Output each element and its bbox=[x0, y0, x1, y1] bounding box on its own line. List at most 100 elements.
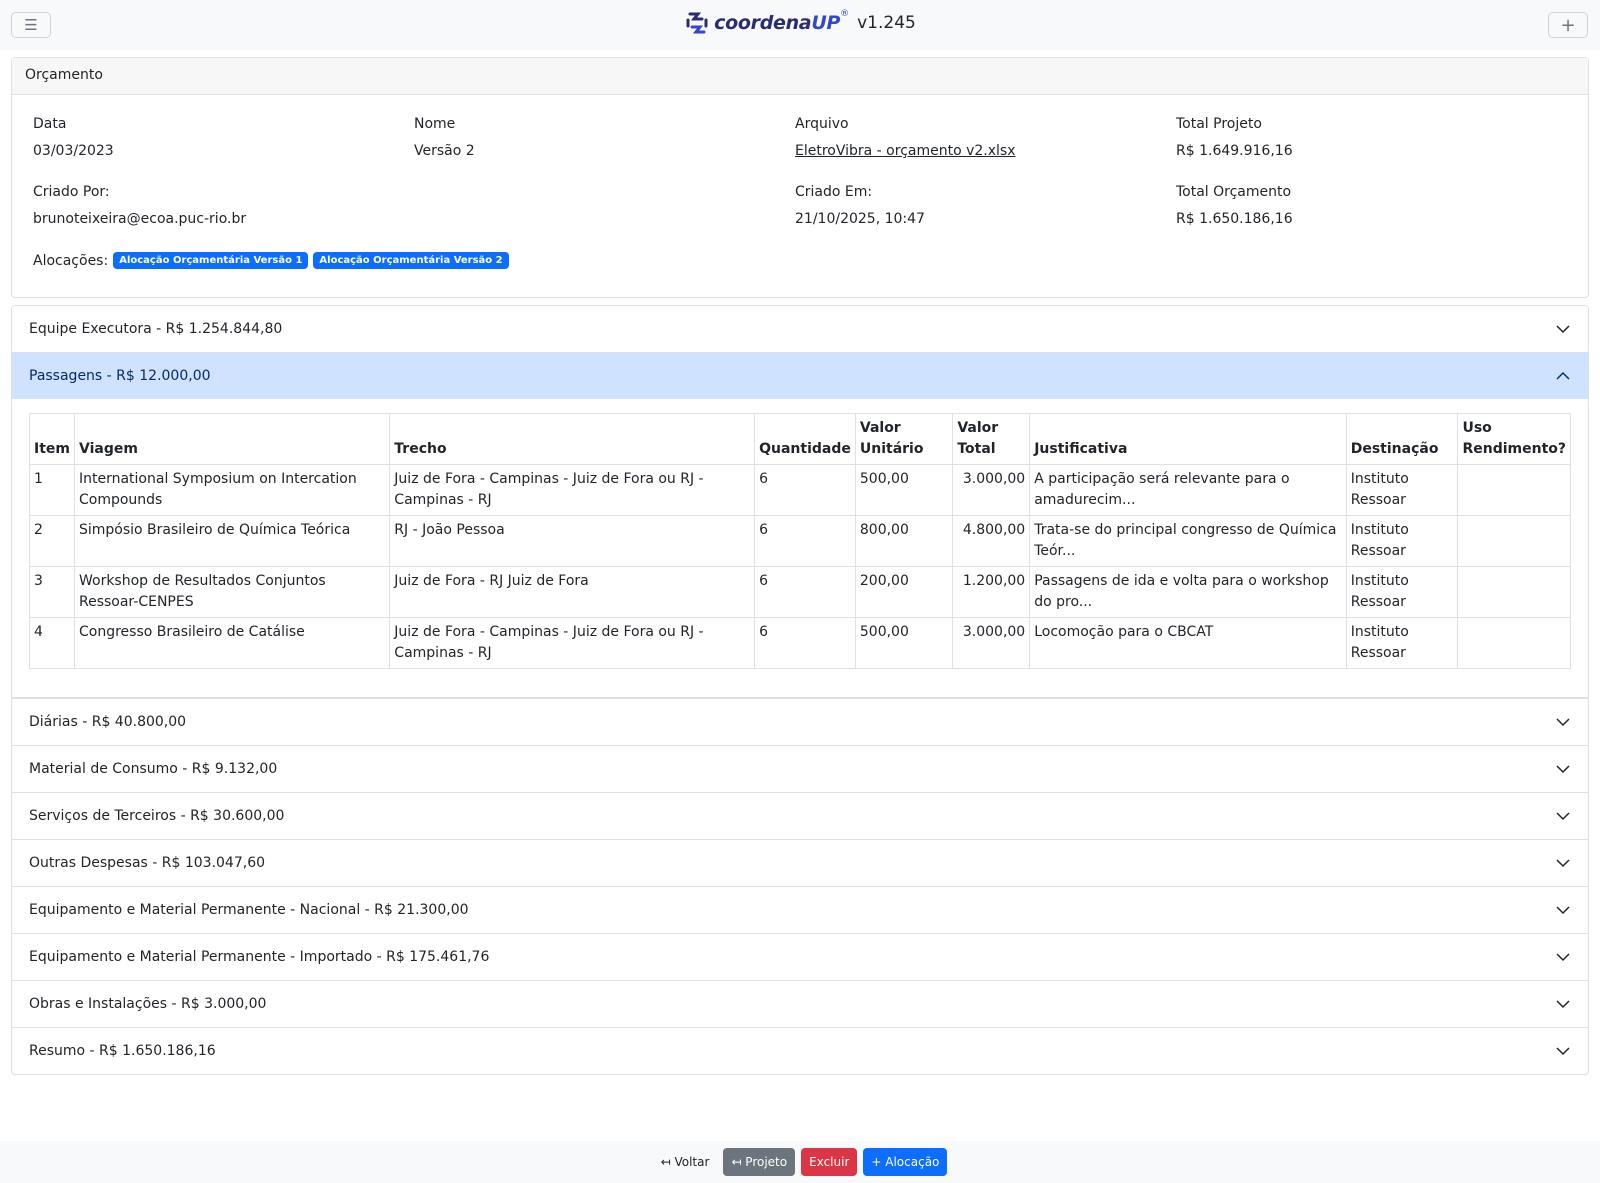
cell-quantidade: 6 bbox=[754, 464, 856, 516]
chevron-down-icon bbox=[1556, 953, 1570, 962]
col-viagem: Viagem bbox=[73, 413, 391, 465]
cell-valor-total: 3.000,00 bbox=[952, 464, 1031, 516]
excluir-button[interactable]: Excluir bbox=[801, 1148, 858, 1176]
alocacao-badge[interactable]: Alocação Orçamentária Versão 2 bbox=[313, 252, 509, 269]
criado-por-label: Criado Por: bbox=[33, 184, 110, 200]
chevron-down-icon bbox=[1556, 765, 1570, 774]
section-label: Equipamento e Material Permanente - Naci… bbox=[29, 902, 469, 918]
cell-destinacao: Instituto Ressoar bbox=[1345, 566, 1459, 618]
cell-trecho: Juiz de Fora - Campinas - Juiz de Fora o… bbox=[389, 617, 756, 669]
cell-valor-total: 4.800,00 bbox=[952, 515, 1031, 567]
alocacao-badge[interactable]: Alocação Orçamentária Versão 1 bbox=[113, 252, 309, 269]
cell-item: 2 bbox=[29, 515, 75, 567]
chevron-down-icon bbox=[1556, 812, 1570, 821]
col-valor-unitario: Valor Unitário bbox=[854, 413, 954, 465]
logo-icon bbox=[686, 12, 708, 34]
cell-uso-rendimento bbox=[1457, 464, 1571, 516]
section-header[interactable]: Equipamento e Material Permanente - Impo… bbox=[12, 934, 1588, 980]
bottom-action-bar: ↤ Voltar ↤ Projeto Excluir + Alocação bbox=[0, 1141, 1600, 1183]
section-header[interactable]: Resumo - R$ 1.650.186,16 bbox=[12, 1028, 1588, 1074]
card-title: Orçamento bbox=[12, 58, 1588, 95]
col-item: Item bbox=[29, 413, 75, 465]
passagens-table: Item Viagem Trecho Quantidade Valor Unitá… bbox=[29, 413, 1571, 669]
budget-card: Orçamento Data 03/03/2023 Nome Versão 2 … bbox=[11, 57, 1589, 298]
section-header[interactable]: Material de Consumo - R$ 9.132,00 bbox=[12, 746, 1588, 792]
cell-viagem: Simpósio Brasileiro de Química Teórica bbox=[73, 515, 391, 567]
logo-registered-mark: ® bbox=[840, 9, 850, 19]
voltar-button[interactable]: ↤ Voltar bbox=[653, 1148, 718, 1176]
cell-quantidade: 6 bbox=[754, 515, 856, 567]
arquivo-field: Arquivo EletroVibra - orçamento v2.xlsx bbox=[795, 116, 1016, 159]
cell-valor-total: 3.000,00 bbox=[952, 617, 1031, 669]
alocacoes-label: Alocações: bbox=[33, 252, 109, 269]
app-version: v1.245 bbox=[857, 13, 916, 33]
cell-valor-total: 1.200,00 bbox=[952, 566, 1031, 618]
section-label: Equipe Executora - R$ 1.254.844,80 bbox=[29, 321, 283, 337]
section-label: Passagens - R$ 12.000,00 bbox=[29, 368, 211, 384]
cell-valor-unitario: 500,00 bbox=[854, 617, 954, 669]
chevron-down-icon bbox=[1556, 325, 1570, 334]
chevron-down-icon bbox=[1556, 718, 1570, 727]
section-label: Equipamento e Material Permanente - Impo… bbox=[29, 949, 490, 965]
criado-em-field: Criado Em: 21/10/2025, 10:47 bbox=[795, 184, 925, 227]
total-projeto-value: R$ 1.649.916,16 bbox=[1176, 143, 1293, 159]
add-alocacao-button[interactable]: + Alocação bbox=[863, 1148, 948, 1176]
logo-text: coordenaUP bbox=[714, 12, 841, 34]
section-header[interactable]: Passagens - R$ 12.000,00 bbox=[12, 353, 1588, 399]
section-resumo: Resumo - R$ 1.650.186,16 bbox=[12, 1027, 1588, 1074]
col-destinacao: Destinação bbox=[1345, 413, 1459, 465]
criado-em-value: 21/10/2025, 10:47 bbox=[795, 211, 925, 227]
data-label: Data bbox=[33, 116, 67, 132]
total-orcamento-value: R$ 1.650.186,16 bbox=[1176, 211, 1293, 227]
cell-destinacao: Instituto Ressoar bbox=[1345, 464, 1459, 516]
total-projeto-field: Total Projeto R$ 1.649.916,16 bbox=[1176, 116, 1293, 159]
total-orcamento-label: Total Orçamento bbox=[1176, 184, 1292, 200]
add-button[interactable]: + bbox=[1548, 12, 1588, 38]
section-header[interactable]: Diárias - R$ 40.800,00 bbox=[12, 699, 1588, 745]
section-label: Material de Consumo - R$ 9.132,00 bbox=[29, 761, 278, 777]
section-label: Outras Despesas - R$ 103.047,60 bbox=[29, 855, 266, 871]
section-header[interactable]: Outras Despesas - R$ 103.047,60 bbox=[12, 840, 1588, 886]
col-uso-rendimento: Uso Rendimento? bbox=[1457, 413, 1571, 465]
cell-valor-unitario: 500,00 bbox=[854, 464, 954, 516]
cell-uso-rendimento bbox=[1457, 566, 1571, 618]
section-header[interactable]: Equipamento e Material Permanente - Naci… bbox=[12, 887, 1588, 933]
col-quantidade: Quantidade bbox=[754, 413, 856, 465]
nome-value: Versão 2 bbox=[414, 143, 475, 159]
arquivo-label: Arquivo bbox=[795, 116, 849, 132]
budget-sections-accordion: Equipe Executora - R$ 1.254.844,80 Passa… bbox=[11, 305, 1589, 1075]
brand: coordenaUP ® v1.245 bbox=[0, 8, 1600, 38]
cell-justificativa: Trata-se do principal congresso de Quími… bbox=[1029, 515, 1347, 567]
cell-item: 1 bbox=[29, 464, 75, 516]
chevron-down-icon bbox=[1556, 1000, 1570, 1009]
arquivo-link[interactable]: EletroVibra - orçamento v2.xlsx bbox=[795, 143, 1016, 159]
alocacoes-row: Alocações: Alocação Orçamentária Versão … bbox=[33, 252, 509, 269]
criado-por-value: brunoteixeira@ecoa.puc-rio.br bbox=[33, 211, 247, 227]
top-bar: ☰ coordenaUP ® v1.245 + bbox=[0, 0, 1600, 50]
table-row: 3 Workshop de Resultados Conjuntos Resso… bbox=[29, 566, 1571, 618]
nome-label: Nome bbox=[414, 116, 456, 132]
section-label: Resumo - R$ 1.650.186,16 bbox=[29, 1043, 216, 1059]
table-header-row: Item Viagem Trecho Quantidade Valor Unitá… bbox=[29, 413, 1571, 465]
projeto-button[interactable]: ↤ Projeto bbox=[723, 1148, 796, 1176]
table-row: 4 Congresso Brasileiro de Catálise Juiz … bbox=[29, 617, 1571, 669]
cell-trecho: Juiz de Fora - Campinas - Juiz de Fora o… bbox=[389, 464, 756, 516]
section-material-consumo: Material de Consumo - R$ 9.132,00 bbox=[12, 745, 1588, 792]
section-header[interactable]: Obras e Instalações - R$ 3.000,00 bbox=[12, 981, 1588, 1027]
cell-quantidade: 6 bbox=[754, 566, 856, 618]
section-outras-despesas: Outras Despesas - R$ 103.047,60 bbox=[12, 839, 1588, 886]
section-header[interactable]: Equipe Executora - R$ 1.254.844,80 bbox=[12, 306, 1588, 352]
criado-em-label: Criado Em: bbox=[795, 184, 873, 200]
cell-justificativa: A participação será relevante para o ama… bbox=[1029, 464, 1347, 516]
cell-viagem: Workshop de Resultados Conjuntos Ressoar… bbox=[73, 566, 391, 618]
cell-uso-rendimento bbox=[1457, 617, 1571, 669]
plus-icon: + bbox=[1560, 14, 1576, 36]
table-row: 1 International Symposium on Intercation… bbox=[29, 464, 1571, 516]
section-header[interactable]: Serviços de Terceiros - R$ 30.600,00 bbox=[12, 793, 1588, 839]
cell-destinacao: Instituto Ressoar bbox=[1345, 515, 1459, 567]
section-diarias: Diárias - R$ 40.800,00 bbox=[12, 698, 1588, 745]
nome-field: Nome Versão 2 bbox=[414, 116, 475, 159]
section-label: Obras e Instalações - R$ 3.000,00 bbox=[29, 996, 267, 1012]
section-label: Diárias - R$ 40.800,00 bbox=[29, 714, 187, 730]
cell-justificativa: Locomoção para o CBCAT bbox=[1029, 617, 1347, 669]
